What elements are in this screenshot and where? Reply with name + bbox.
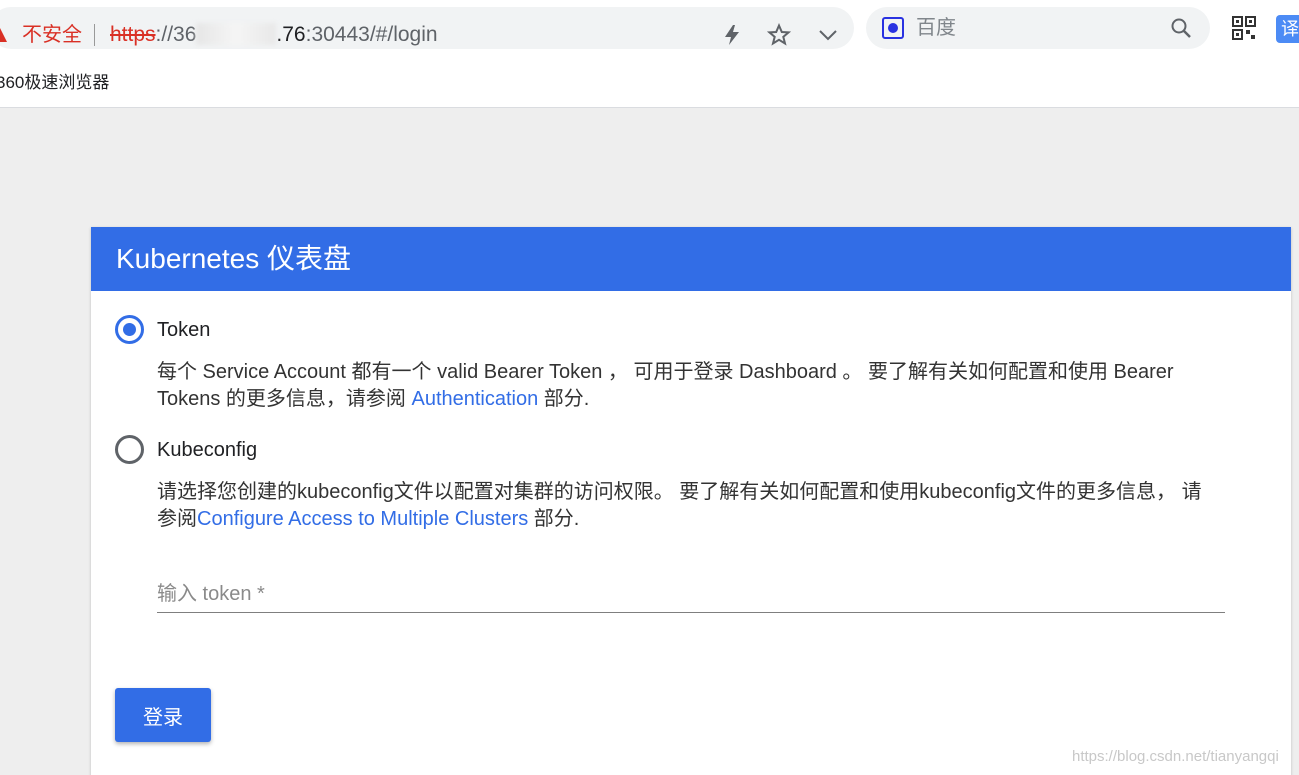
translate-icon[interactable]: 译: [1276, 15, 1299, 43]
search-icon[interactable]: [1170, 17, 1192, 39]
kubeconfig-description: 请选择您创建的kubeconfig文件以配置对集群的访问权限。 要了解有关如何配…: [157, 479, 1217, 533]
token-label[interactable]: Token: [157, 317, 210, 343]
search-box[interactable]: 百度: [866, 7, 1210, 49]
bookmark-item[interactable]: 360极速浏览器: [0, 72, 109, 94]
card-title: Kubernetes 仪表盘: [91, 227, 1291, 291]
authentication-link[interactable]: Authentication: [411, 388, 538, 410]
token-radio[interactable]: [115, 315, 144, 344]
kubeconfig-label[interactable]: Kubeconfig: [157, 437, 257, 463]
token-input[interactable]: [157, 579, 1225, 609]
url-host-start: ://36: [155, 23, 197, 46]
watermark: https://blog.csdn.net/tianyangqi: [1072, 748, 1279, 765]
lightning-icon[interactable]: [720, 23, 744, 47]
baidu-icon: [882, 17, 904, 39]
url-path: :30443/#/login: [305, 23, 438, 46]
url-text[interactable]: https://36 .76:30443/#/login: [110, 22, 438, 48]
token-field[interactable]: [157, 579, 1225, 613]
kubeconfig-radio[interactable]: [115, 435, 144, 464]
chevron-down-icon[interactable]: [816, 23, 840, 47]
login-card: Kubernetes 仪表盘 Token 每个 Service Account …: [91, 227, 1291, 775]
browser-toolbar: 不安全 https://36 .76:30443/#/login 百度 译: [0, 0, 1299, 58]
search-placeholder: 百度: [916, 17, 956, 39]
kubeconfig-desc-suffix: 部分.: [528, 508, 580, 530]
security-label[interactable]: 不安全: [22, 22, 82, 48]
address-bar[interactable]: 不安全 https://36 .76:30443/#/login: [0, 7, 854, 49]
redacted-host: [196, 23, 277, 45]
token-desc-suffix: 部分.: [538, 388, 590, 410]
divider: [94, 24, 95, 46]
bookmarks-bar: 360极速浏览器: [0, 58, 1299, 108]
qr-code-icon[interactable]: [1232, 16, 1256, 40]
page-background: Kubernetes 仪表盘 Token 每个 Service Account …: [0, 108, 1299, 775]
token-desc-text: 每个 Service Account 都有一个 valid Bearer Tok…: [157, 361, 1174, 410]
star-icon[interactable]: [766, 22, 792, 47]
url-scheme: https: [110, 23, 156, 46]
token-description: 每个 Service Account 都有一个 valid Bearer Tok…: [157, 359, 1217, 413]
login-button[interactable]: 登录: [115, 688, 211, 742]
configure-access-link[interactable]: Configure Access to Multiple Clusters: [197, 508, 528, 530]
warning-icon: [0, 28, 7, 42]
url-host-end: .76: [276, 23, 306, 46]
